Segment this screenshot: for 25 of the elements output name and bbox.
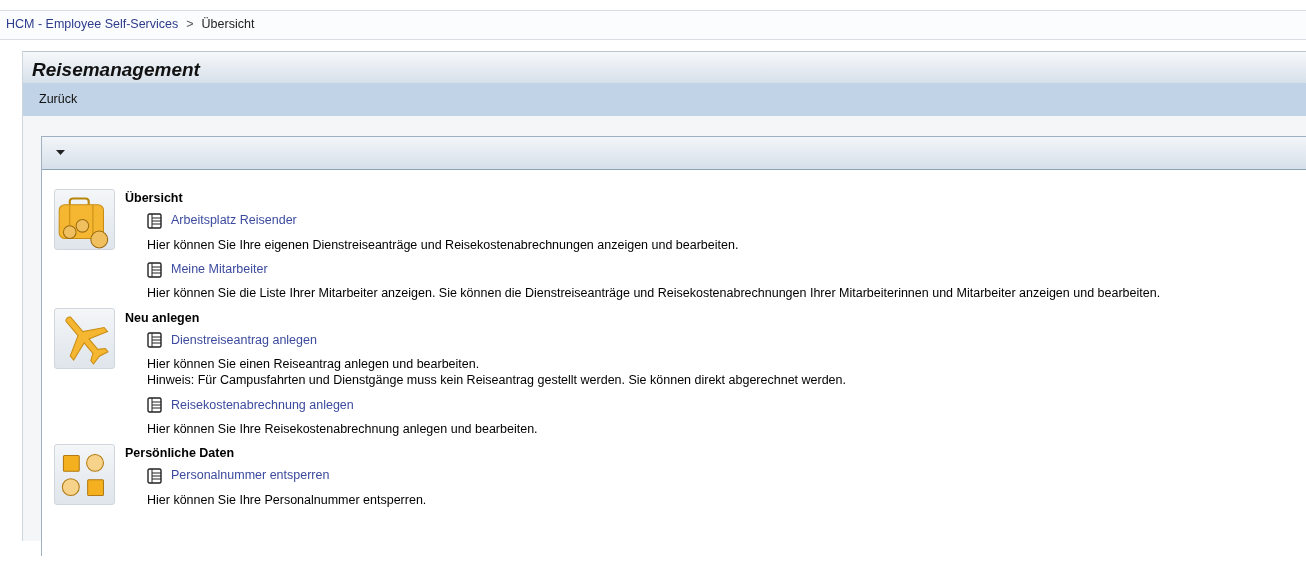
caret-icon[interactable] <box>56 150 65 156</box>
description-text: Hier können Sie Ihre eigenen Dienstreiseanträge und Reisekostenabrechnungen anzeigen und bearbeiten. <box>147 236 740 253</box>
description-text: Hier können Sie die Liste Ihrer Mitarbeiter anzeigen. Sie können die Dienstreiseanträge und Reisekostenabrechnungen Ihrer Mitarbeiterinnen und Mitarbeiter anzeigen und bearbeiten. <box>147 285 1161 302</box>
breadcrumb-link[interactable]: HCM - Employee Self-Services <box>6 15 179 34</box>
document-icon <box>147 261 162 278</box>
breadcrumb-separator: > <box>186 16 194 33</box>
document-icon <box>147 467 162 484</box>
back-button[interactable]: Zurück <box>39 89 78 109</box>
panel-title: Reisemanagement <box>23 50 1306 83</box>
service-link[interactable]: Arbeitsplatz Reisender <box>147 207 297 234</box>
service-link[interactable]: Personalnummer entsperren <box>147 462 330 489</box>
section-title: Persönliche Daten <box>125 445 236 462</box>
description-text: Hinweis: Für Campusfahrten und Dienstgänge muss kein Reiseantrag gestellt werden. Sie können direkt abgerechnet werden. <box>147 372 846 388</box>
service-link[interactable]: Dienstreiseantrag anlegen <box>147 327 317 354</box>
service-link[interactable]: Reisekostenabrechnung anlegen <box>147 392 354 418</box>
document-icon <box>147 212 162 229</box>
description-text: Hier können Sie Ihre Personalnummer entsperren. <box>147 491 427 508</box>
document-icon <box>147 397 162 413</box>
document-icon <box>147 332 162 349</box>
section-title: Übersicht <box>125 190 184 207</box>
breadcrumb-current: Übersicht <box>201 16 255 33</box>
service-link[interactable]: Meine Mitarbeiter <box>147 256 268 283</box>
description-text: Hier können Sie einen Reiseantrag anlegen und bearbeiten. <box>147 356 481 372</box>
description-text: Hier können Sie Ihre Reisekostenabrechnung anlegen und bearbeiten. <box>147 420 539 437</box>
section-title: Neu anlegen <box>125 309 201 327</box>
